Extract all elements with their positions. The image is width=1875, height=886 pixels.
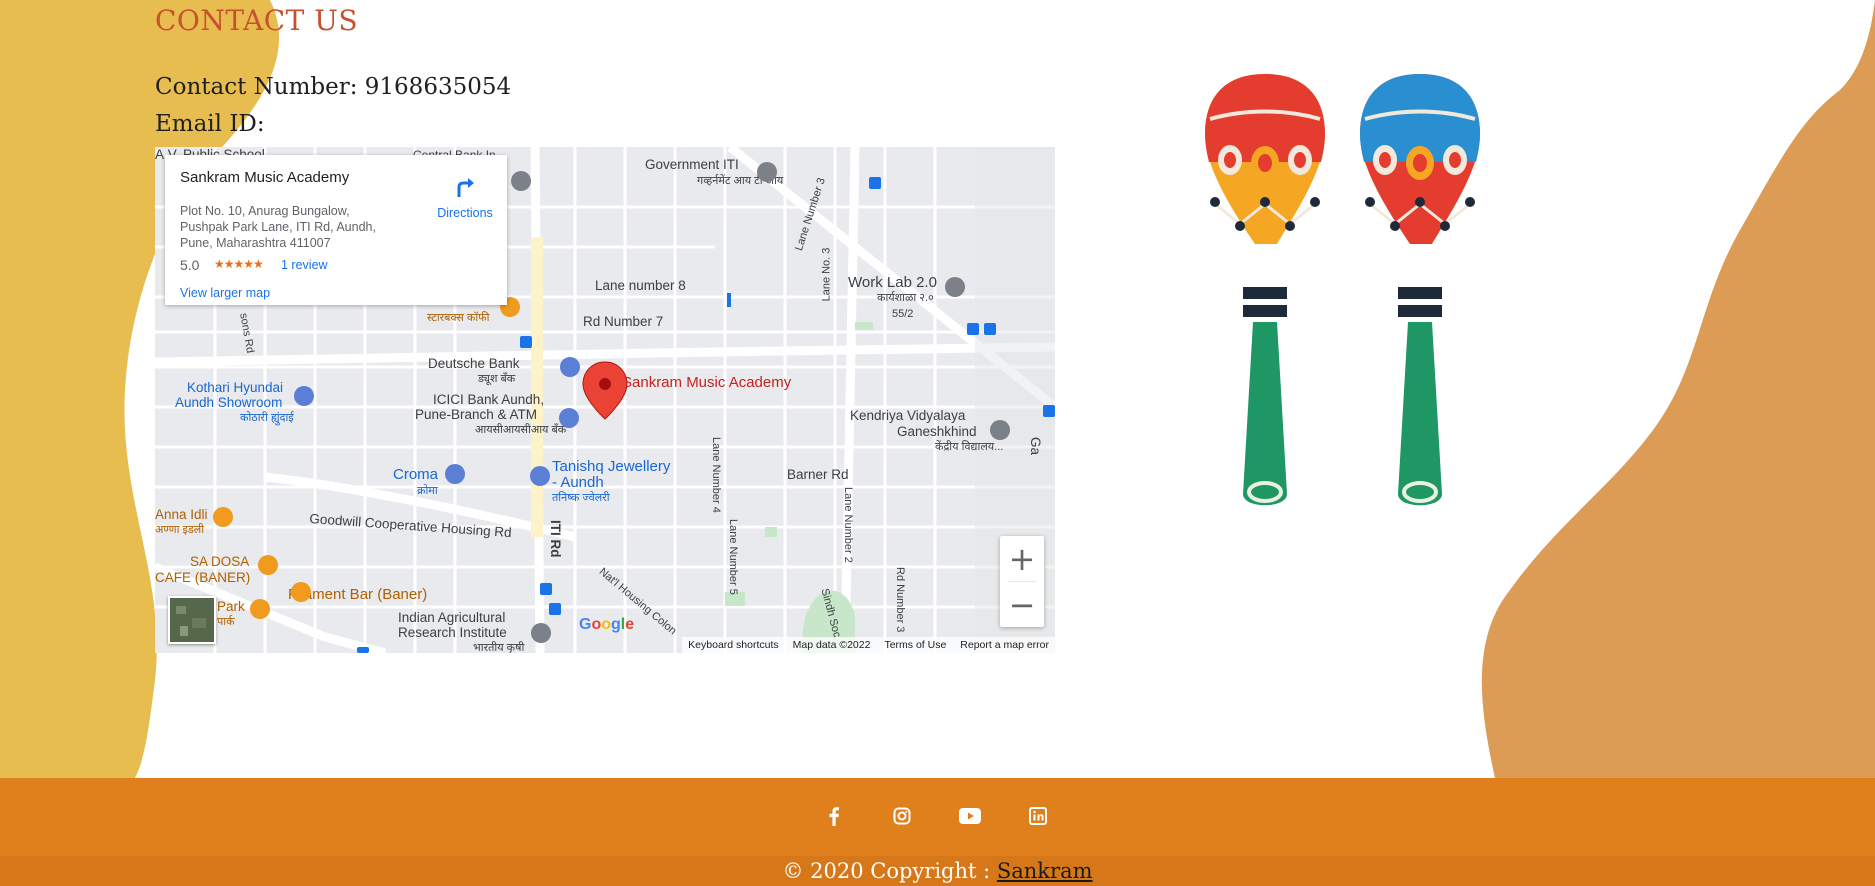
copyright-text: © 2020 Copyright :	[782, 859, 997, 883]
copyright-bar: © 2020 Copyright : Sankram	[0, 856, 1875, 886]
satellite-toggle[interactable]	[168, 596, 216, 644]
red-location-pin-icon	[582, 361, 628, 420]
left-maraca	[1205, 74, 1325, 506]
contact-number: Contact Number: 9168635054	[155, 74, 512, 100]
sankram-link[interactable]: Sankram	[997, 859, 1093, 883]
poi-icon	[945, 277, 965, 297]
bus-stop-icon	[520, 336, 532, 348]
contact-heading: CONTACT US	[155, 4, 359, 37]
email-id: Email ID:	[155, 111, 265, 137]
bank-icon	[560, 357, 580, 377]
satellite-thumbnail-icon	[170, 598, 214, 642]
place-address: Plot No. 10, Anurag Bungalow, Pushpak Pa…	[180, 204, 376, 250]
right-orange-blob	[1481, 0, 1875, 778]
social-icons	[820, 802, 1052, 830]
map-marker	[727, 293, 731, 307]
bus-stop-icon	[540, 583, 552, 595]
reviews-link[interactable]: 1 review	[281, 258, 328, 272]
poi-icon	[531, 623, 551, 643]
school-icon	[511, 171, 531, 191]
shopping-icon	[294, 386, 314, 406]
bus-stop-icon	[869, 177, 881, 189]
embedded-map[interactable]: A.V. Public School Central Bank In Gover…	[155, 147, 1055, 653]
maracas-illustration	[1205, 74, 1480, 506]
right-maraca	[1360, 74, 1480, 506]
instagram-icon[interactable]	[888, 802, 916, 830]
restaurant-icon	[258, 555, 278, 575]
linkedin-icon[interactable]	[1024, 802, 1052, 830]
zoom-in-button[interactable]: +	[1000, 536, 1044, 581]
social-bar	[0, 778, 1875, 856]
bus-stop-icon	[357, 647, 369, 653]
place-name: Sankram Music Academy	[180, 169, 350, 186]
poi-icon	[757, 162, 777, 182]
terms-of-use-link[interactable]: Terms of Use	[884, 639, 946, 651]
google-logo: Google	[579, 616, 635, 633]
bus-stop-icon	[984, 323, 996, 335]
directions-button[interactable]: Directions	[430, 175, 500, 220]
zoom-out-button[interactable]: −	[1000, 582, 1044, 627]
place-info-card: Sankram Music Academy Plot No. 10, Anura…	[165, 155, 507, 305]
bank-icon	[559, 408, 579, 428]
bus-stop-icon	[967, 323, 979, 335]
directions-icon	[457, 178, 474, 197]
keyboard-shortcuts-link[interactable]: Keyboard shortcuts	[688, 639, 778, 651]
report-map-error-link[interactable]: Report a map error	[960, 639, 1049, 651]
bus-stop-icon	[1043, 405, 1055, 417]
map-attribution: Keyboard shortcuts Map data ©2022 Terms …	[682, 637, 1055, 653]
restaurant-icon	[213, 507, 233, 527]
bus-stop-icon	[549, 603, 561, 615]
directions-label: Directions	[437, 206, 493, 220]
shopping-icon	[530, 466, 550, 486]
restaurant-icon	[250, 599, 270, 619]
rating-value: 5.0	[180, 257, 200, 273]
school-icon	[990, 420, 1010, 440]
facebook-icon[interactable]	[820, 802, 848, 830]
rating-stars: ★★★★★	[214, 257, 264, 271]
bar-icon	[291, 582, 311, 602]
view-larger-map-link[interactable]: View larger map	[180, 286, 270, 300]
zoom-controls: + −	[1000, 536, 1044, 627]
youtube-icon[interactable]	[956, 802, 984, 830]
map-data-text: Map data ©2022	[792, 639, 871, 651]
shopping-icon	[445, 464, 465, 484]
